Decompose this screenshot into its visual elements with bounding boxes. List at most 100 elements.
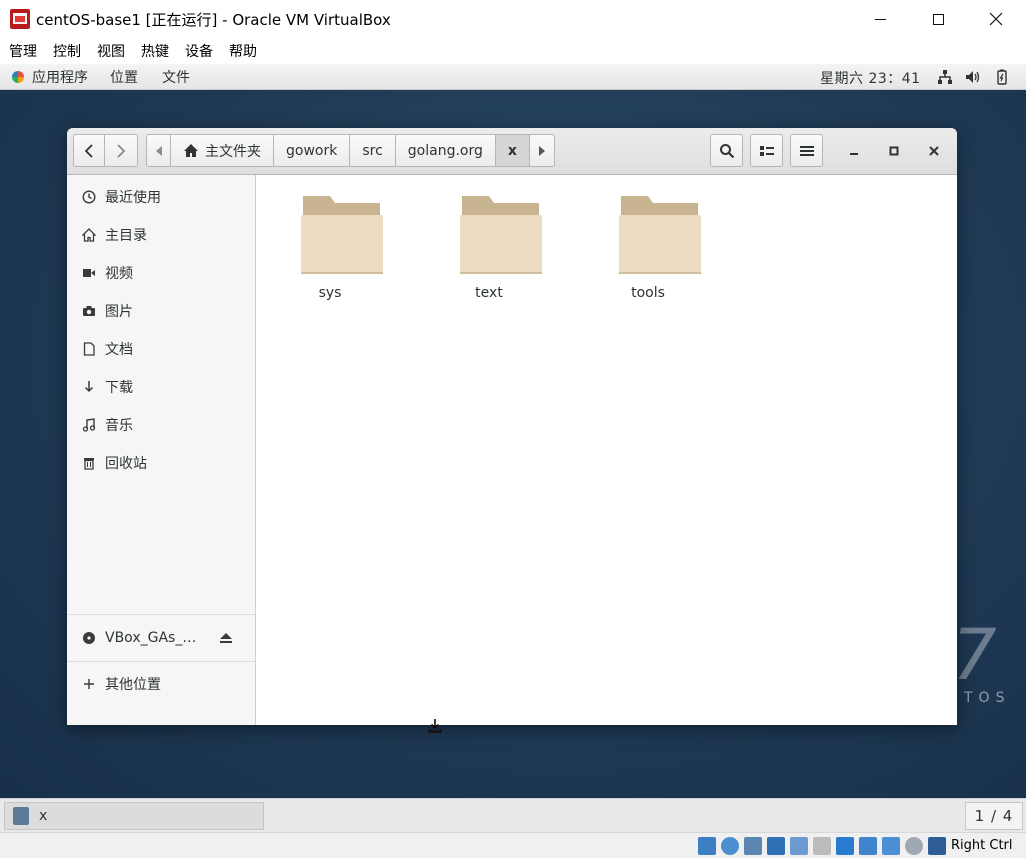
sidebar-item-music[interactable]: 音乐 bbox=[67, 406, 255, 444]
clock[interactable]: 星期六 23：41 bbox=[820, 68, 921, 88]
chevron-left-icon bbox=[84, 143, 93, 158]
folder-name: text bbox=[475, 285, 503, 301]
maximize-button[interactable] bbox=[909, 0, 967, 38]
maximize-icon bbox=[932, 13, 944, 25]
sidebar-item-label: 图片 bbox=[105, 304, 133, 320]
triangle-left-icon bbox=[155, 145, 162, 156]
mouse-integration-icon[interactable] bbox=[905, 837, 923, 855]
sidebar-item-downloads[interactable]: 下载 bbox=[67, 368, 255, 406]
network-icon[interactable] bbox=[937, 69, 953, 85]
menu-manage[interactable]: 管理 bbox=[0, 41, 45, 61]
path-scroll-right-button[interactable] bbox=[529, 134, 555, 167]
window-minimize-button[interactable] bbox=[841, 138, 867, 164]
path-crumb-gowork[interactable]: gowork bbox=[274, 134, 351, 167]
taskbar-window-button[interactable]: x bbox=[4, 802, 264, 830]
sidebar-item-pictures[interactable]: 图片 bbox=[67, 292, 255, 330]
network-adapter-icon[interactable] bbox=[767, 837, 785, 855]
trash-icon bbox=[81, 455, 97, 471]
menu-view[interactable]: 视图 bbox=[89, 41, 133, 61]
guest-screen: 应用程序 位置 文件 星期六 23：41 7 TOS 主文件夹 gowork s… bbox=[0, 64, 1026, 798]
forward-button[interactable] bbox=[105, 134, 138, 167]
recent-icon bbox=[81, 189, 97, 205]
virtualbox-status-bar: Right Ctrl bbox=[0, 832, 1026, 858]
sidebar-separator bbox=[67, 661, 255, 662]
folder-name: sys bbox=[318, 285, 342, 301]
activities-icon[interactable] bbox=[12, 70, 24, 83]
applications-menu[interactable]: 应用程序 bbox=[32, 67, 88, 87]
camera-icon bbox=[81, 303, 97, 319]
workspace-indicator[interactable]: 1 / 4 bbox=[965, 802, 1023, 830]
sidebar-item-device[interactable]: VBox_GAs_… bbox=[67, 619, 255, 657]
hamburger-icon bbox=[799, 145, 814, 156]
download-icon bbox=[81, 379, 97, 395]
taskbar-window-label: x bbox=[39, 808, 48, 824]
menu-control[interactable]: 控制 bbox=[45, 41, 89, 61]
sidebar-item-label: 文档 bbox=[105, 342, 133, 358]
close-icon bbox=[989, 12, 1003, 26]
window-title: centOS-base1 [正在运行] - Oracle VM VirtualB… bbox=[36, 10, 391, 29]
back-button[interactable] bbox=[73, 134, 105, 167]
battery-icon[interactable] bbox=[994, 69, 1010, 85]
shared-folders-icon[interactable] bbox=[813, 837, 831, 855]
search-icon bbox=[719, 143, 734, 158]
guest-taskbar: x 1 / 4 bbox=[0, 798, 1026, 832]
sidebar-item-trash[interactable]: 回收站 bbox=[67, 444, 255, 482]
sidebar-item-home[interactable]: 主目录 bbox=[67, 216, 255, 254]
path-crumb-label: 主文件夹 bbox=[205, 143, 261, 160]
eject-icon[interactable] bbox=[219, 631, 233, 645]
cpu-icon[interactable] bbox=[882, 837, 900, 855]
menu-button[interactable] bbox=[790, 134, 823, 167]
mouse-cursor-icon bbox=[428, 719, 442, 733]
path-crumb-src[interactable]: src bbox=[350, 134, 396, 167]
sidebar-item-documents[interactable]: 文档 bbox=[67, 330, 255, 368]
view-toggle-button[interactable] bbox=[750, 134, 783, 167]
path-crumb-current[interactable]: x bbox=[495, 134, 530, 167]
usb-icon[interactable] bbox=[790, 837, 808, 855]
search-button[interactable] bbox=[710, 134, 743, 167]
folder-item[interactable]: text bbox=[437, 195, 547, 305]
sidebar-item-label: 其他位置 bbox=[105, 677, 161, 693]
keyboard-capture-icon[interactable] bbox=[928, 837, 946, 855]
close-button[interactable] bbox=[967, 0, 1025, 38]
host-titlebar: centOS-base1 [正在运行] - Oracle VM VirtualB… bbox=[0, 0, 1026, 38]
places-sidebar: 最近使用 主目录 视频 图片 文档 下载 音乐 回收站 VBox_GAs_… 其… bbox=[67, 175, 256, 725]
optical-drive-icon[interactable] bbox=[721, 837, 739, 855]
minimize-button[interactable] bbox=[851, 0, 909, 38]
centos-logo-text: TOS bbox=[964, 690, 1011, 706]
plus-icon bbox=[81, 676, 97, 692]
display-icon[interactable] bbox=[836, 837, 854, 855]
minimize-icon bbox=[874, 18, 886, 20]
sidebar-item-label: 下载 bbox=[105, 380, 133, 396]
sidebar-item-label: 音乐 bbox=[105, 418, 133, 434]
menu-help[interactable]: 帮助 bbox=[221, 41, 265, 61]
menu-devices[interactable]: 设备 bbox=[177, 41, 221, 61]
close-icon bbox=[929, 146, 939, 156]
window-maximize-button[interactable] bbox=[881, 138, 907, 164]
sidebar-item-recent[interactable]: 最近使用 bbox=[67, 178, 255, 216]
file-manager-icon bbox=[13, 807, 29, 825]
triangle-right-icon bbox=[538, 145, 545, 156]
video-capture-icon[interactable] bbox=[859, 837, 877, 855]
menu-hotkeys[interactable]: 热键 bbox=[133, 41, 177, 61]
host-menu-bar: 管理 控制 视图 热键 设备 帮助 bbox=[0, 38, 1026, 64]
chevron-right-icon bbox=[117, 143, 126, 158]
sidebar-item-videos[interactable]: 视频 bbox=[67, 254, 255, 292]
folder-icon bbox=[301, 196, 383, 274]
sidebar-item-other-locations[interactable]: 其他位置 bbox=[67, 665, 255, 703]
window-close-button[interactable] bbox=[921, 138, 947, 164]
file-manager-window: 主文件夹 gowork src golang.org x 最近使用 主目录 视频… bbox=[67, 128, 957, 725]
home-icon bbox=[81, 227, 97, 243]
path-crumb-golang-org[interactable]: golang.org bbox=[395, 134, 496, 167]
video-icon bbox=[81, 265, 97, 281]
folder-item[interactable]: sys bbox=[278, 195, 388, 305]
path-scroll-left-button[interactable] bbox=[146, 134, 171, 167]
audio-icon[interactable] bbox=[744, 837, 762, 855]
volume-icon[interactable] bbox=[965, 69, 981, 85]
home-icon bbox=[184, 144, 198, 157]
path-crumb-home[interactable]: 主文件夹 bbox=[171, 134, 274, 167]
files-menu[interactable]: 文件 bbox=[162, 67, 190, 87]
places-menu[interactable]: 位置 bbox=[110, 67, 138, 87]
virtualbox-app-icon bbox=[10, 9, 30, 29]
folder-item[interactable]: tools bbox=[596, 195, 706, 305]
hard-disk-icon[interactable] bbox=[698, 837, 716, 855]
